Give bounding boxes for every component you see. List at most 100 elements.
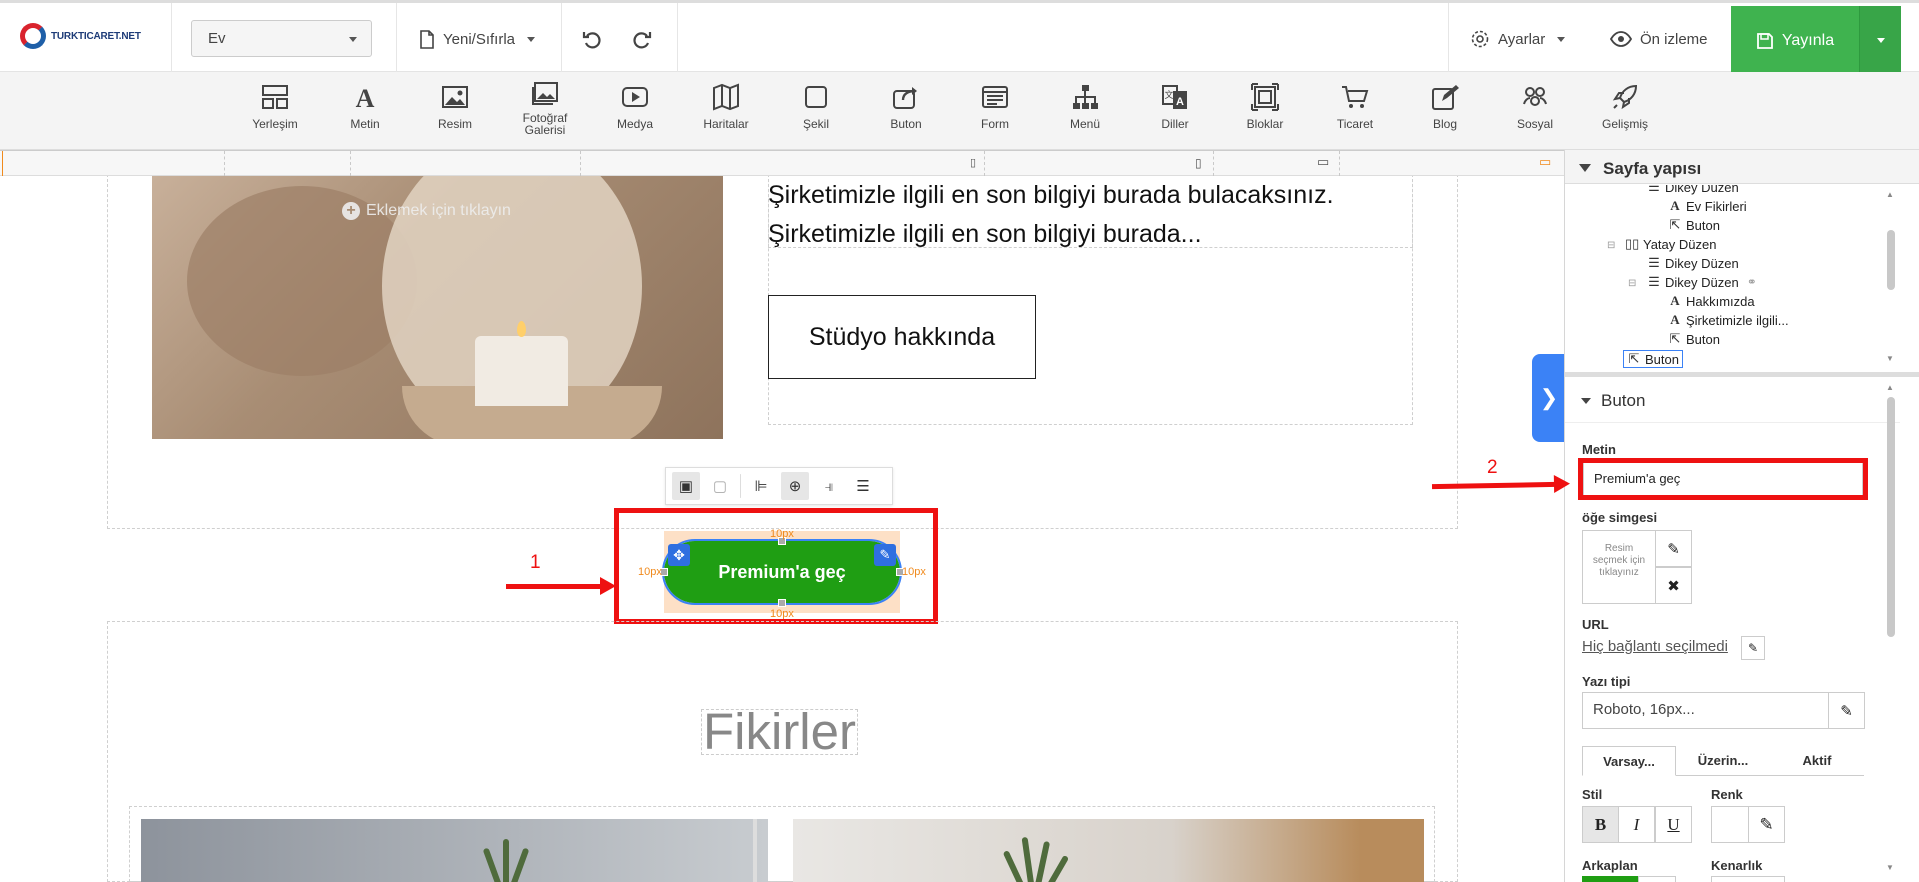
collapse-icon[interactable]: ⊟ [1607, 240, 1615, 251]
tab-default[interactable]: Varsay... [1582, 746, 1676, 776]
tree-item[interactable]: ☰ Dikey Düzen [1647, 185, 1739, 195]
annotation-number-2: 2 [1487, 457, 1498, 478]
bold-icon[interactable]: B [1582, 806, 1619, 843]
tool-maps[interactable]: Haritalar [686, 82, 766, 130]
pencil-icon[interactable]: ✎ [1748, 806, 1785, 843]
panel-toggle-button[interactable]: ❯ [1532, 354, 1566, 442]
top-bar: TURKTICARET.NET Ev Yeni/Sıfırla Ayarlar … [0, 0, 1919, 75]
underline-icon[interactable]: U [1655, 806, 1692, 843]
tool-languages[interactable]: A文 Diller [1135, 82, 1215, 130]
studio-about-button[interactable]: Stüdyo hakkında [768, 295, 1036, 379]
tool-blog[interactable]: Blog [1405, 82, 1485, 130]
chevron-down-icon [1579, 164, 1591, 172]
tree-item-label: Dikey Düzen [1665, 274, 1739, 290]
preview-button[interactable]: Ön izleme [1610, 21, 1708, 57]
blocks-icon [1251, 83, 1279, 111]
tab-hover[interactable]: Üzerin... [1676, 746, 1770, 775]
tree-item[interactable]: ☰ Dikey Düzen [1647, 255, 1739, 271]
section-title[interactable]: Fikirler [701, 706, 858, 757]
align-center-icon[interactable]: ⊕ [781, 472, 809, 500]
background-field-label: Arkaplan [1582, 858, 1638, 873]
tab-active[interactable]: Aktif [1770, 746, 1864, 775]
undo-icon [582, 32, 601, 49]
fit-content-icon[interactable]: ▢ [706, 472, 734, 500]
pencil-icon[interactable]: ✎ [1655, 530, 1692, 567]
page-structure-header[interactable]: Sayfa yapısı [1565, 150, 1919, 184]
tool-shape[interactable]: Şekil [776, 82, 856, 130]
tablet-icon[interactable]: ▯ [1195, 156, 1202, 170]
tree-item-selected[interactable]: ⇱ Buton [1623, 350, 1683, 368]
tool-form[interactable]: Form [955, 82, 1035, 130]
chevron-down-icon [1877, 38, 1885, 43]
align-justify-icon[interactable]: ☰ [849, 472, 877, 500]
pencil-icon[interactable]: ✎ [1741, 636, 1765, 660]
background-picker[interactable] [1638, 876, 1676, 882]
collapse-icon[interactable]: ⊟ [1628, 278, 1636, 289]
menu-icon [1073, 85, 1098, 109]
svg-text:A: A [1176, 96, 1184, 108]
tool-social[interactable]: Sosyal [1495, 82, 1575, 130]
color-swatch[interactable] [1711, 806, 1749, 843]
layout-icon [262, 85, 288, 109]
tool-label: Şekil [802, 117, 829, 131]
align-right-icon[interactable]: ⫣ [815, 472, 843, 500]
reset-button[interactable]: Yeni/Sıfırla [419, 21, 535, 57]
desktop-icon[interactable]: ▭ [1539, 154, 1551, 170]
icon-picker[interactable]: Resim seçmek için tıklayınız [1582, 530, 1656, 604]
idea-image[interactable] [793, 819, 1424, 882]
publish-button[interactable]: Yayınla [1731, 6, 1859, 75]
font-input[interactable]: Roboto, 16px... [1582, 692, 1829, 729]
page-select[interactable]: Ev [191, 20, 372, 57]
full-width-icon[interactable]: ▣ [672, 472, 700, 500]
style-field-label: Stil [1582, 787, 1603, 802]
close-icon[interactable]: ✖ [1655, 567, 1692, 604]
tool-layout[interactable]: Yerleşim [235, 82, 315, 130]
tree-scrollbar[interactable]: ▲ ▼ [1886, 190, 1896, 365]
align-left-icon[interactable]: ⊫ [747, 472, 775, 500]
mobile-icon[interactable]: ▯ [970, 156, 976, 169]
idea-image[interactable] [141, 819, 768, 882]
tool-blocks[interactable]: Bloklar [1225, 82, 1305, 130]
tree-item[interactable]: ▯▯ Yatay Düzen [1625, 236, 1716, 252]
tree-item[interactable]: A Hakkımızda [1668, 293, 1754, 309]
hero-image[interactable]: + Eklemek için tıklayın [152, 176, 723, 439]
rocket-icon [1612, 84, 1638, 110]
tree-item[interactable]: A Ev Fikirleri [1668, 198, 1746, 214]
tree-item[interactable]: ⇱ Buton [1668, 217, 1720, 233]
italic-icon[interactable]: I [1618, 806, 1655, 843]
tool-media[interactable]: Medya [595, 82, 675, 130]
hero-text-line: Şirketimizle ilgili en son bilgiyi burad… [768, 181, 1334, 209]
tree-item[interactable]: A Şirketimizle ilgili... [1668, 312, 1788, 328]
publish-dropdown-button[interactable] [1859, 6, 1901, 75]
border-picker[interactable] [1711, 876, 1785, 882]
horizontal-layout-icon: ▯▯ [1625, 236, 1640, 251]
brand-logo[interactable]: TURKTICARET.NET [20, 23, 141, 49]
chevron-down-icon [1557, 36, 1566, 42]
laptop-icon[interactable]: ▭ [1317, 154, 1329, 170]
form-icon [982, 86, 1008, 108]
tool-image[interactable]: Resim [415, 82, 495, 130]
background-swatch[interactable] [1582, 876, 1638, 882]
settings-button[interactable]: Ayarlar [1470, 21, 1566, 57]
redo-button[interactable] [632, 21, 652, 57]
editor-canvas[interactable]: + Eklemek için tıklayın Şirketimizle ilg… [0, 176, 1564, 882]
tool-text[interactable]: A Metin [325, 82, 405, 130]
tool-advanced[interactable]: Gelişmiş [1585, 82, 1665, 130]
tool-gallery[interactable]: Fotoğraf Galerisi [505, 80, 585, 136]
pencil-icon[interactable]: ✎ [1828, 692, 1865, 729]
add-image-hint[interactable]: + Eklemek için tıklayın [342, 202, 511, 220]
hero-text[interactable]: Şirketimizle ilgili en son bilgiyi burad… [768, 176, 1334, 254]
button-section-header[interactable]: Buton [1565, 377, 1900, 423]
tool-commerce[interactable]: Ticaret [1315, 82, 1395, 130]
text-icon: A [356, 84, 375, 112]
tool-menu[interactable]: Menü [1045, 82, 1125, 130]
tree-item[interactable]: ☰ Dikey Düzen ⚭ [1647, 274, 1757, 290]
button-section-title: Buton [1601, 391, 1646, 410]
tree-item-label: Buton [1645, 351, 1679, 367]
panel-scrollbar[interactable]: ▲ ▼ [1886, 383, 1896, 873]
tree-item-label: Yatay Düzen [1643, 236, 1717, 252]
tool-button[interactable]: Buton [866, 82, 946, 130]
undo-button[interactable] [582, 21, 602, 57]
tree-item[interactable]: ⇱ Buton [1668, 331, 1720, 347]
url-link[interactable]: Hiç bağlantı seçilmedi [1582, 638, 1728, 655]
